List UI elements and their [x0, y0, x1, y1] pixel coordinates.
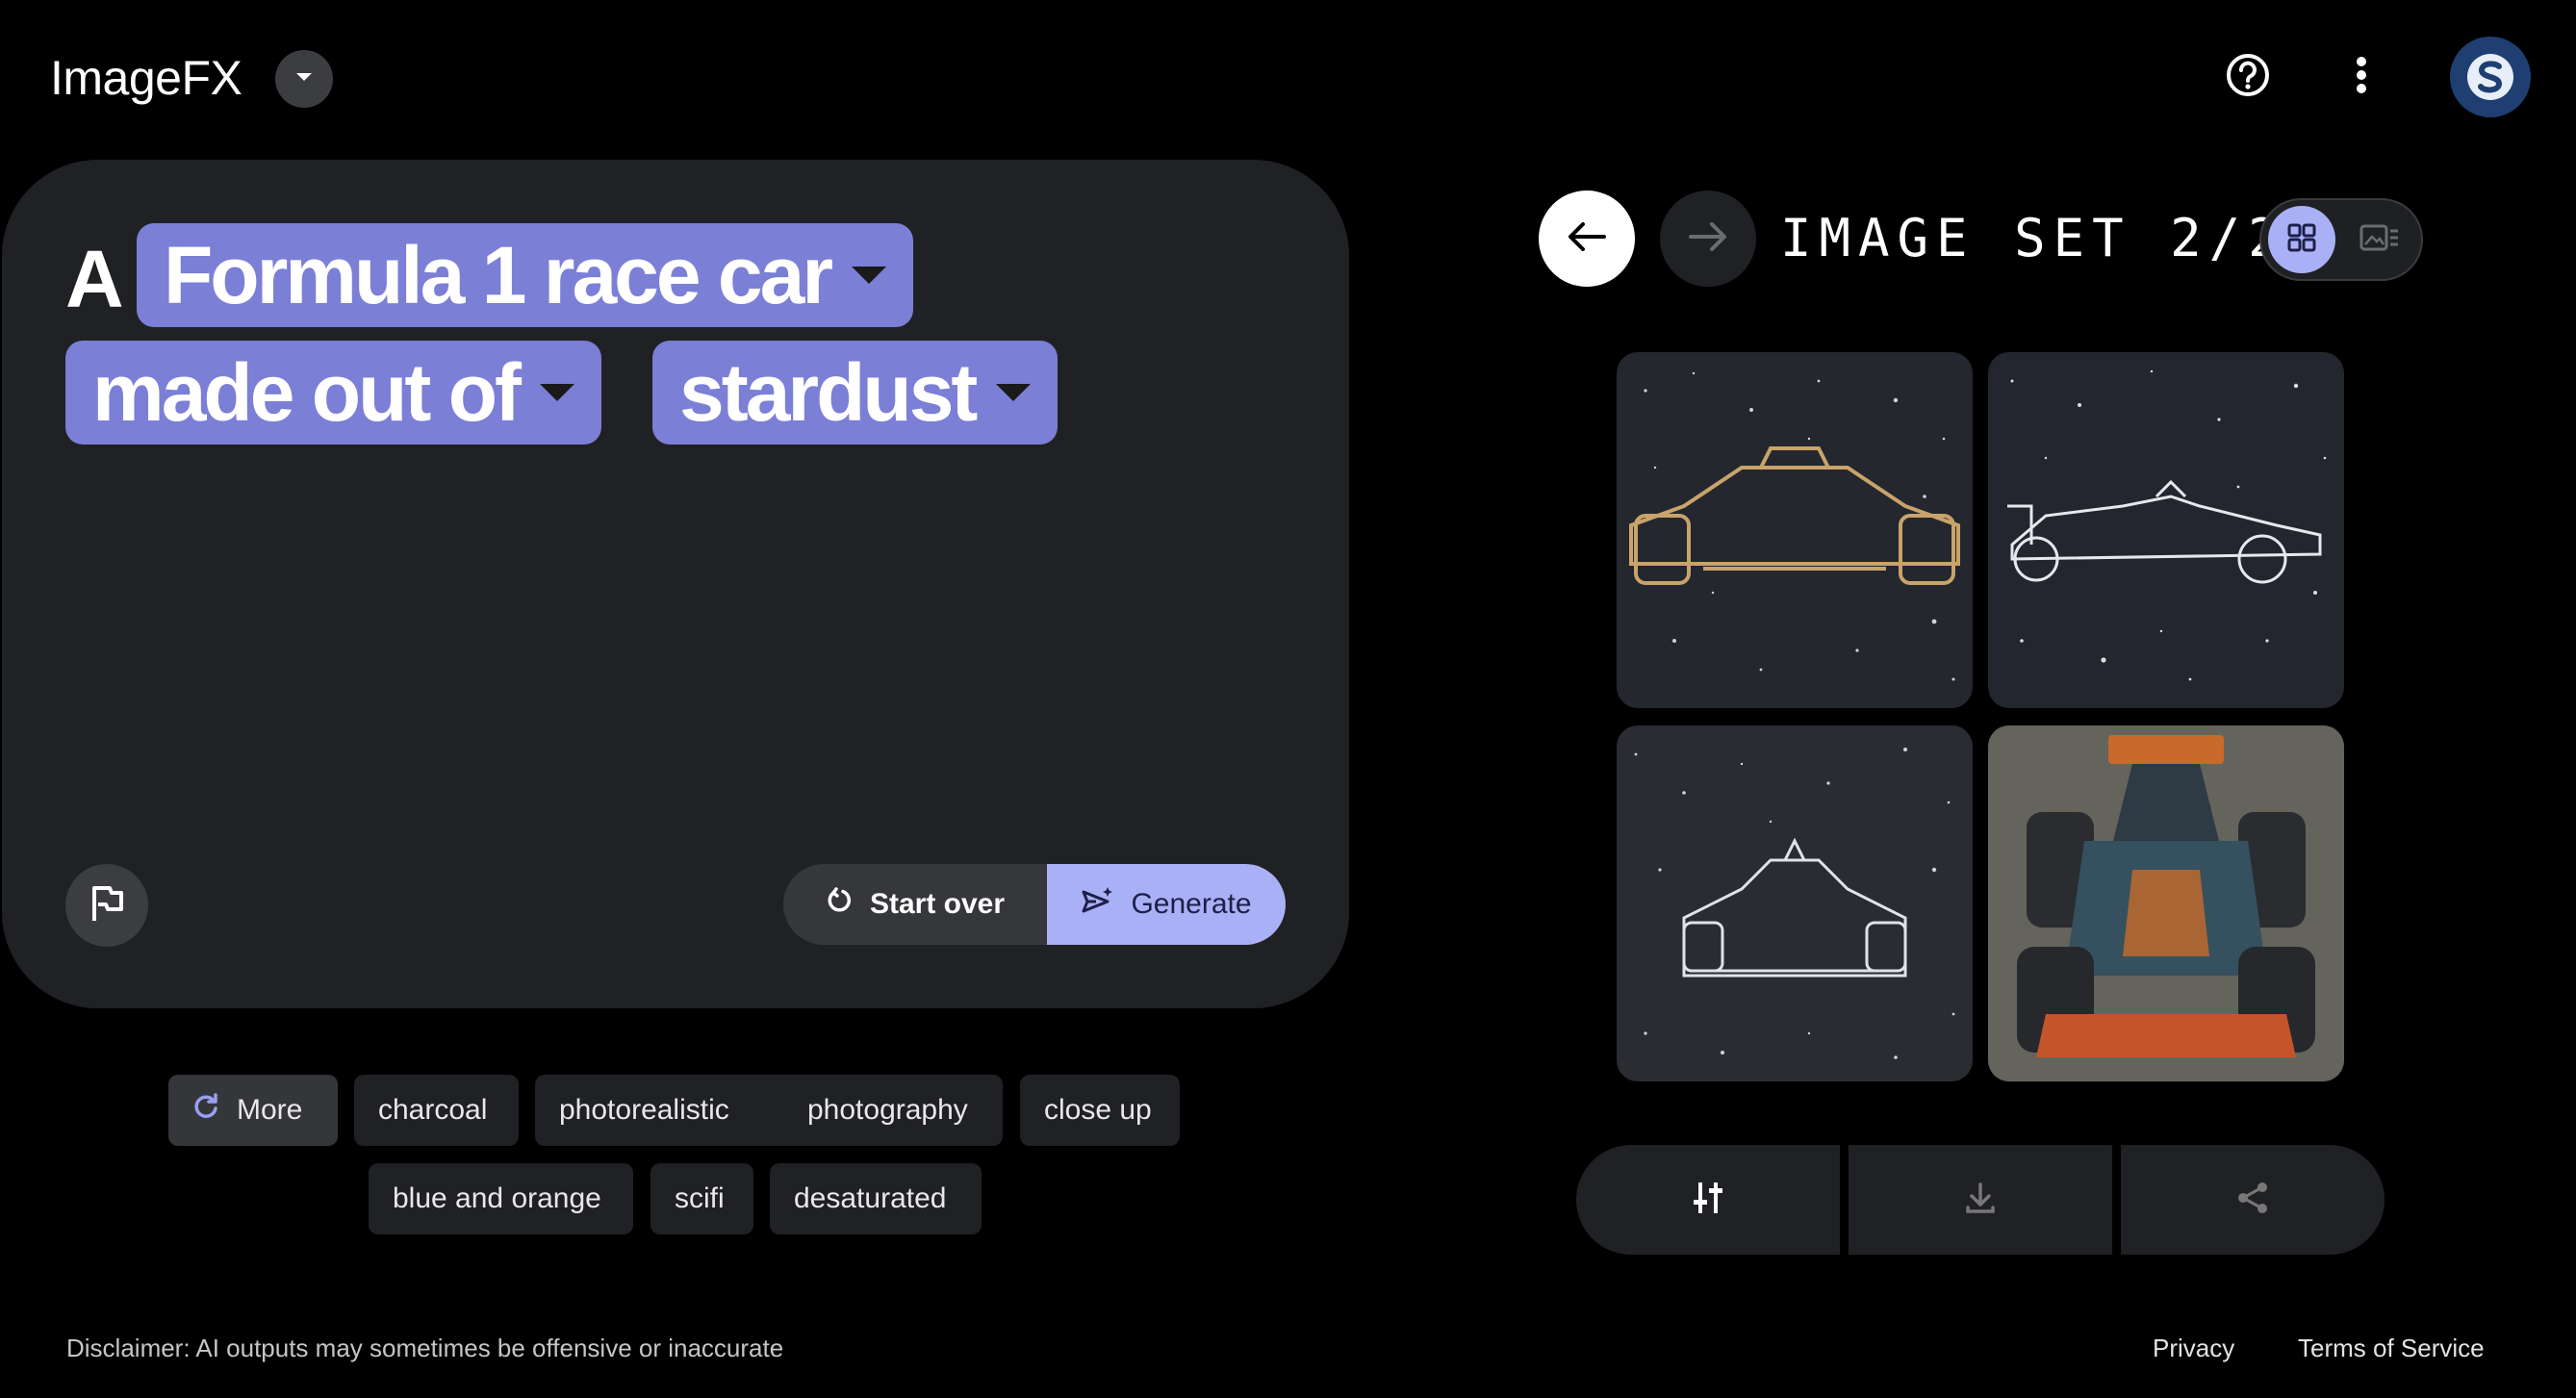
prompt-chip-label: stardust: [679, 346, 978, 438]
start-over-label: Start over: [869, 888, 1006, 920]
prompt-chip-label: Formula 1 race car: [164, 229, 833, 320]
app-logo[interactable]: ImageFX: [50, 50, 242, 106]
download-icon: [1963, 1181, 1998, 1220]
start-over-button[interactable]: Start over: [783, 864, 1047, 945]
account-avatar[interactable]: [2450, 37, 2531, 117]
arrow-left-icon: [1568, 221, 1606, 257]
app-switcher-button[interactable]: [275, 50, 333, 108]
caret-down-icon: [540, 384, 574, 401]
generated-image-1[interactable]: [1617, 352, 1973, 708]
edit-button[interactable]: [1576, 1145, 1840, 1255]
generated-image-3[interactable]: [1617, 725, 1973, 1081]
share-icon: [2234, 1180, 2271, 1221]
suggestion-chip[interactable]: blue and orange: [369, 1163, 633, 1234]
caret-down-icon: [852, 267, 887, 284]
terms-link[interactable]: Terms of Service: [2298, 1334, 2485, 1363]
prompt-prefix: A: [65, 234, 124, 324]
avatar-icon: [2467, 54, 2513, 100]
help-icon: [2226, 53, 2270, 102]
previous-set-button[interactable]: [1539, 191, 1635, 287]
generate-label: Generate: [1131, 888, 1252, 920]
flag-icon: [89, 884, 125, 928]
refresh-icon: [192, 1093, 219, 1128]
privacy-link[interactable]: Privacy: [2153, 1334, 2234, 1363]
carousel-view-button[interactable]: [2346, 206, 2413, 273]
more-suggestions-button[interactable]: More: [168, 1075, 338, 1146]
carousel-icon: [2359, 223, 2400, 257]
suggestion-chip[interactable]: scifi: [650, 1163, 753, 1234]
generated-image-2[interactable]: [1988, 352, 2344, 708]
generate-button[interactable]: Generate: [1047, 864, 1286, 945]
suggestion-chip[interactable]: photography: [783, 1075, 1003, 1146]
prompt-chip-material[interactable]: stardust: [652, 341, 1058, 445]
help-button[interactable]: [2213, 42, 2283, 112]
send-sparkle-icon: [1081, 886, 1113, 923]
suggestion-chip[interactable]: close up: [1020, 1075, 1180, 1146]
caret-down-icon: [996, 384, 1032, 401]
more-vert-icon: [2355, 56, 2368, 99]
chevron-down-icon: [294, 70, 314, 88]
grid-icon: [2286, 222, 2317, 258]
prompt-chip-subject[interactable]: Formula 1 race car: [137, 223, 914, 327]
prompt-chip-label: made out of: [92, 346, 522, 438]
next-set-button[interactable]: [1660, 191, 1756, 287]
prompt-chip-material-verb[interactable]: made out of: [65, 341, 601, 445]
image-set-label: IMAGE SET 2/2: [1780, 208, 2287, 268]
disclaimer-text: Disclaimer: AI outputs may sometimes be …: [66, 1334, 784, 1362]
suggestion-chip[interactable]: charcoal: [354, 1075, 519, 1146]
suggestion-chip[interactable]: photorealistic: [535, 1075, 812, 1146]
arrow-right-icon: [1689, 221, 1727, 257]
more-options-button[interactable]: [2327, 42, 2396, 112]
report-button[interactable]: [65, 864, 148, 947]
share-button[interactable]: [2121, 1145, 2385, 1255]
refresh-icon: [826, 887, 853, 922]
download-button[interactable]: [1849, 1145, 2112, 1255]
generated-image-4[interactable]: [1988, 725, 2344, 1081]
tune-icon: [1689, 1179, 1727, 1222]
suggestion-chip[interactable]: desaturated: [770, 1163, 982, 1234]
more-label: More: [237, 1094, 303, 1126]
grid-view-button[interactable]: [2268, 206, 2335, 273]
